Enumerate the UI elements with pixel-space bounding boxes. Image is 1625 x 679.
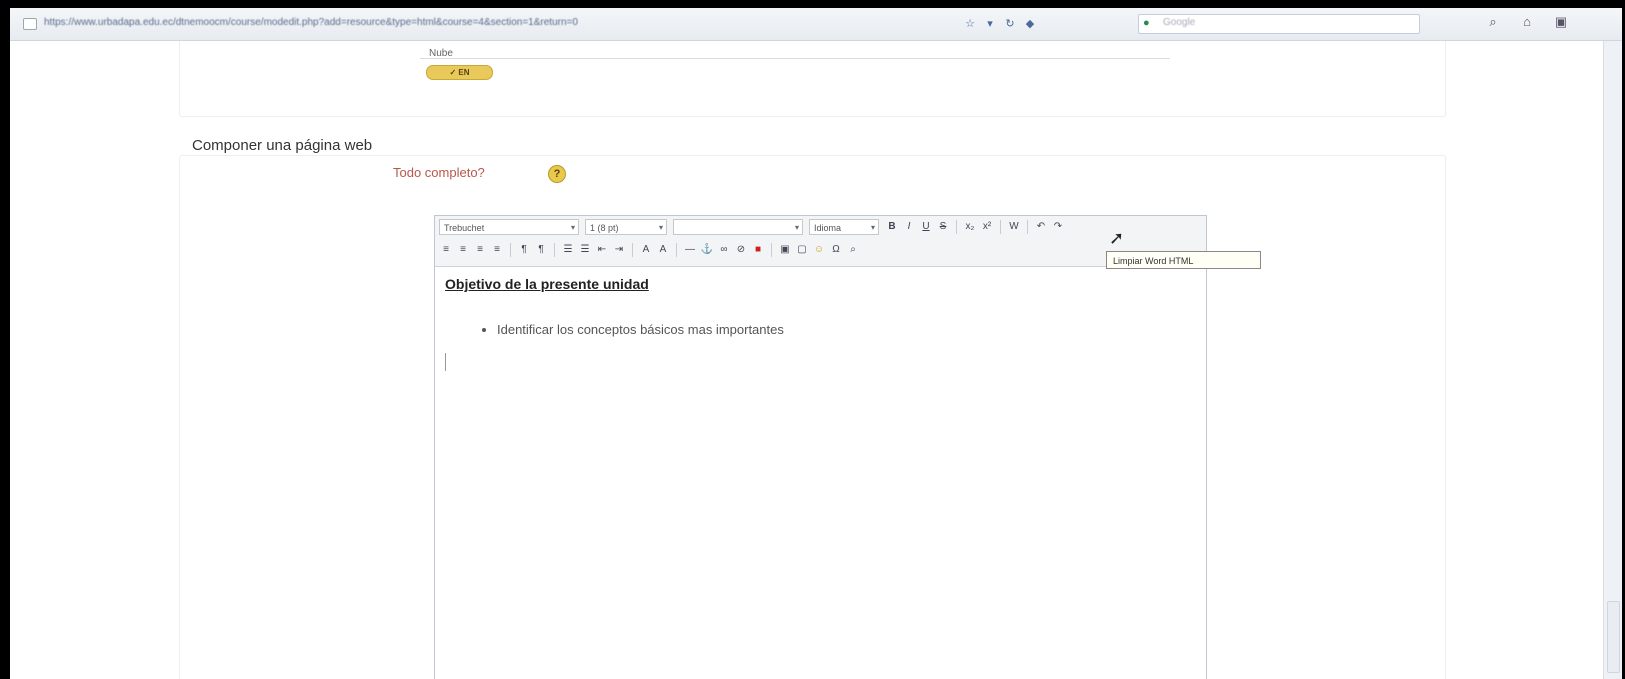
tooltip: Limpiar Word HTML (1106, 251, 1261, 269)
heading-select[interactable]: ▾ (673, 219, 803, 235)
search-input[interactable]: ● Google (1138, 14, 1420, 34)
addon-icon[interactable]: ◆ (1023, 17, 1037, 31)
search-engine-icon: ● (1143, 17, 1150, 29)
browser-window: https://www.urbadapa.edu.ec/dtnemoocm/co… (10, 8, 1622, 679)
mouse-cursor-icon: ➚ (1109, 228, 1125, 248)
chevron-down-icon: ▾ (570, 223, 575, 232)
rtl-icon[interactable]: ¶ (534, 243, 548, 257)
find-icon[interactable]: ⌕ (846, 243, 860, 257)
address-bar[interactable]: https://www.urbadapa.edu.ec/dtnemoocm/co… (44, 15, 894, 31)
link-icon[interactable]: ∞ (717, 243, 731, 257)
unordered-list-icon[interactable]: ☰ (578, 243, 592, 257)
horizontal-rule-icon[interactable]: — (683, 243, 697, 257)
bookmark-icon[interactable]: ☆ (963, 17, 977, 31)
anchor-icon[interactable]: ⚓ (700, 243, 714, 257)
undo-icon[interactable]: ↶ (1034, 220, 1048, 234)
indent-icon[interactable]: ⇥ (612, 243, 626, 257)
outdent-icon[interactable]: ⇤ (595, 243, 609, 257)
unlink-icon[interactable]: ⊘ (734, 243, 748, 257)
browser-toolbar: https://www.urbadapa.edu.ec/dtnemoocm/co… (10, 8, 1622, 41)
nolink-icon[interactable]: ■ (751, 243, 765, 257)
underline-icon[interactable]: U (919, 220, 933, 234)
text-caret (445, 353, 446, 371)
list-item: Identificar los conceptos básicos mas im… (497, 322, 1195, 337)
dropdown-icon[interactable]: ▾ (983, 17, 997, 31)
toolbar-separator (956, 220, 957, 234)
vertical-scrollbar[interactable] (1603, 41, 1622, 679)
toolbar-separator (676, 243, 677, 257)
content-bullet-list: Identificar los conceptos básicos mas im… (445, 322, 1195, 337)
editor-toolbar: Trebuchet ▾ 1 (8 pt) ▾ ▾ Idioma ▾ B I U S (435, 216, 1206, 267)
browser-nav-icons: ⌕ ⌂ ▣ (1485, 14, 1569, 30)
subscript-icon[interactable]: x₂ (963, 220, 977, 234)
address-bar-icons: ☆ ▾ ↻ ◆ (963, 14, 1037, 34)
activity-label: Nube (429, 48, 453, 59)
strikethrough-icon[interactable]: S (936, 220, 950, 234)
font-family-value: Trebuchet (444, 223, 485, 233)
toolbar-separator (632, 243, 633, 257)
align-left-icon[interactable]: ≡ (439, 243, 453, 257)
scrollbar-thumb[interactable] (1607, 601, 1620, 673)
chevron-down-icon: ▾ (870, 223, 875, 232)
italic-icon[interactable]: I (902, 220, 916, 234)
page-icon (23, 18, 37, 30)
editor-content-area[interactable]: Objetivo de la presente unidad Identific… (445, 276, 1195, 337)
smiley-icon[interactable]: ☺ (812, 243, 826, 257)
special-char-icon[interactable]: Ω (829, 243, 843, 257)
image-icon[interactable]: ▣ (778, 243, 792, 257)
divider (420, 50, 1170, 59)
toolbar-separator (1000, 220, 1001, 234)
font-size-value: 1 (8 pt) (590, 223, 619, 233)
home-icon[interactable]: ⌂ (1519, 14, 1535, 30)
window-icon[interactable]: ▣ (1553, 14, 1569, 30)
ltr-icon[interactable]: ¶ (517, 243, 531, 257)
justify-icon[interactable]: ≡ (490, 243, 504, 257)
search-placeholder: Google (1163, 17, 1196, 28)
refresh-icon[interactable]: ↻ (1003, 17, 1017, 31)
search-icon[interactable]: ⌕ (1485, 14, 1501, 30)
toolbar-separator (554, 243, 555, 257)
language-value: Idioma (814, 223, 842, 233)
content-heading: Objetivo de la presente unidad (445, 276, 649, 292)
help-icon[interactable]: ? (548, 165, 566, 183)
align-center-icon[interactable]: ≡ (456, 243, 470, 257)
superscript-icon[interactable]: x² (980, 220, 994, 234)
chevron-down-icon: ▾ (658, 223, 663, 232)
table-icon[interactable]: ▢ (795, 243, 809, 257)
font-size-select[interactable]: 1 (8 pt) ▾ (585, 219, 667, 235)
previous-activity-box (179, 41, 1446, 117)
section-title: Componer una página web (192, 137, 373, 154)
text-color-icon[interactable]: A (639, 243, 653, 257)
bold-icon[interactable]: B (885, 220, 899, 234)
toolbar-separator (510, 243, 511, 257)
redo-icon[interactable]: ↷ (1051, 220, 1065, 234)
page-content: Nube ✓ EN Componer una página web Todo c… (10, 41, 1622, 679)
ordered-list-icon[interactable]: ☰ (561, 243, 575, 257)
font-family-select[interactable]: Trebuchet ▾ (439, 219, 579, 235)
chevron-down-icon: ▾ (794, 223, 799, 232)
background-color-icon[interactable]: A (656, 243, 670, 257)
html-editor: Trebuchet ▾ 1 (8 pt) ▾ ▾ Idioma ▾ B I U S (434, 215, 1207, 679)
align-right-icon[interactable]: ≡ (473, 243, 487, 257)
toolbar-separator (771, 243, 772, 257)
toolbar-separator (1027, 220, 1028, 234)
clean-word-icon[interactable]: W (1007, 220, 1021, 234)
language-select[interactable]: Idioma ▾ (809, 219, 879, 235)
all-complete-label: Todo completo? (393, 165, 485, 180)
status-badge[interactable]: ✓ EN (426, 65, 493, 80)
